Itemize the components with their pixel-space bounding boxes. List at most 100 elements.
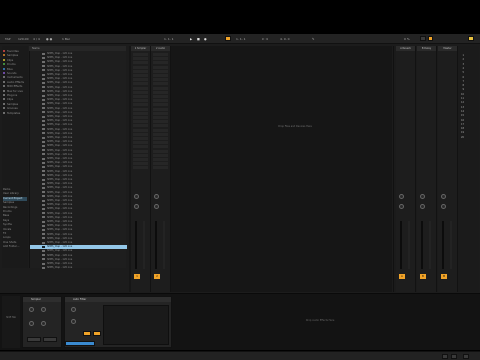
track-title[interactable]: A Reverb — [396, 46, 415, 51]
browser-place[interactable]: User Library — [3, 192, 27, 196]
browser-place[interactable]: One Shots — [3, 241, 27, 245]
browser-place[interactable]: Loops — [3, 236, 27, 240]
time-signature[interactable]: 4 / 4 — [33, 37, 40, 41]
midi-map-button[interactable] — [468, 36, 474, 41]
clip-slot[interactable] — [153, 103, 168, 107]
clip-slot[interactable] — [153, 74, 168, 77]
browser-place[interactable]: Sounds — [3, 72, 27, 76]
resonance-knob[interactable] — [71, 319, 76, 324]
track-activator-button[interactable]: M — [441, 274, 447, 279]
draw-mode-icon[interactable]: ✎ — [312, 37, 315, 41]
loop-length[interactable]: 4. 0. 0 — [280, 37, 290, 41]
arrangement-position[interactable]: 1. 1. 1 — [164, 37, 174, 41]
send-a-knob[interactable] — [154, 194, 159, 199]
volume-fader[interactable] — [155, 221, 157, 269]
clip-slot[interactable] — [133, 141, 148, 145]
browser-place[interactable]: Clips — [3, 98, 27, 102]
clip-slot[interactable] — [133, 158, 148, 161]
clip-slot[interactable] — [133, 90, 148, 94]
clip-slot[interactable] — [133, 120, 148, 124]
send-a-knob[interactable] — [399, 194, 404, 199]
volume-fader[interactable] — [400, 221, 402, 269]
browser-place[interactable]: Max for Live — [3, 89, 27, 94]
tempo-field[interactable]: 120.00 — [18, 37, 29, 41]
filter-display[interactable] — [103, 305, 169, 345]
browser-place[interactable]: FX — [3, 232, 27, 236]
play-icon[interactable]: ▶ — [190, 37, 192, 41]
list-item[interactable]: SMPS_Clap - 120 one — [30, 266, 127, 270]
clip-slot[interactable] — [153, 86, 168, 90]
stop-icon[interactable]: ■ — [197, 37, 200, 41]
browser-place[interactable]: Samples — [3, 102, 27, 107]
clip-slot[interactable] — [153, 78, 168, 82]
browser-place[interactable]: Clips — [3, 58, 27, 63]
browser-place[interactable]: Instruments — [3, 76, 27, 80]
track-title[interactable]: 2 Audio — [151, 46, 170, 51]
volume-fader[interactable] — [135, 221, 137, 269]
browser-place[interactable]: Add Folder… — [3, 245, 27, 249]
clip-slot[interactable] — [133, 53, 148, 56]
volume-knob[interactable] — [29, 321, 34, 326]
clip-slot[interactable] — [153, 137, 168, 140]
device-auto-filter[interactable]: Auto Filter — [64, 296, 172, 348]
browser-place[interactable]: Keys — [3, 219, 27, 223]
clip-slot[interactable] — [153, 120, 168, 124]
clip-slot[interactable] — [133, 82, 148, 86]
scene-launch-button[interactable]: 20 — [458, 136, 464, 140]
clip-slot[interactable] — [153, 57, 168, 61]
send-b-knob[interactable] — [399, 204, 404, 209]
clip-slot[interactable] — [133, 162, 148, 166]
clip-slot[interactable] — [153, 53, 168, 56]
browser-place[interactable]: Blue — [3, 67, 27, 72]
track-activator-button[interactable]: 2 — [154, 274, 160, 279]
clip-slot[interactable] — [133, 103, 148, 107]
clip-slot[interactable] — [133, 149, 148, 153]
browser-place[interactable]: Templates — [3, 111, 27, 116]
frequency-knob[interactable] — [71, 307, 76, 312]
volume-fader[interactable] — [442, 221, 444, 269]
session-view-button[interactable] — [451, 354, 457, 359]
browser-place[interactable]: Packs — [3, 188, 27, 192]
clip-slot[interactable] — [153, 107, 168, 111]
clip-slot[interactable] — [153, 128, 168, 132]
clip-slot[interactable] — [153, 149, 168, 153]
clip-slot[interactable] — [153, 111, 168, 115]
browser-place[interactable]: Favorites — [3, 50, 27, 54]
browser-header[interactable]: Name — [29, 46, 126, 51]
send-b-knob[interactable] — [154, 204, 159, 209]
clip-slot[interactable] — [133, 128, 148, 132]
clip-slot[interactable] — [153, 158, 168, 161]
clip-slot[interactable] — [153, 162, 168, 166]
device-simpler[interactable]: Simpler — [22, 296, 62, 348]
track-title[interactable]: B Delay — [417, 46, 436, 51]
punch-icon[interactable]: ⊏ ⊐ — [262, 37, 268, 41]
clip-slot[interactable] — [133, 107, 148, 111]
warp-button[interactable] — [43, 337, 57, 342]
clip-slot[interactable] — [153, 145, 168, 149]
quantize-menu[interactable]: 1 Bar — [62, 37, 70, 41]
clip-slot[interactable] — [153, 99, 168, 103]
clip-slot[interactable] — [133, 166, 148, 170]
volume-fader[interactable] — [421, 221, 423, 269]
clip-slot[interactable] — [133, 65, 148, 69]
browser-place[interactable]: Drums — [3, 63, 27, 67]
clip-slot[interactable] — [133, 153, 148, 157]
clip-slot[interactable] — [133, 86, 148, 90]
send-a-knob[interactable] — [420, 194, 425, 199]
clip-slot[interactable] — [133, 111, 148, 115]
clip-slot[interactable] — [133, 95, 148, 98]
clip-slot[interactable] — [153, 61, 168, 65]
clip-slot[interactable] — [133, 99, 148, 103]
clip-slot[interactable] — [153, 65, 168, 69]
clip-slot[interactable] — [153, 95, 168, 98]
clip-slot[interactable] — [133, 145, 148, 149]
key-map-button[interactable] — [428, 36, 433, 41]
track-activator-button[interactable]: A — [399, 274, 405, 279]
browser-place[interactable]: MIDI Effects — [3, 85, 27, 89]
track-title[interactable]: Master — [438, 46, 457, 51]
session-record-button[interactable] — [225, 36, 231, 41]
browser-place[interactable]: Grooves — [3, 107, 27, 111]
arrangement-view-button[interactable] — [442, 354, 448, 359]
clip-slot[interactable] — [153, 166, 168, 170]
clip-slot[interactable] — [133, 74, 148, 77]
